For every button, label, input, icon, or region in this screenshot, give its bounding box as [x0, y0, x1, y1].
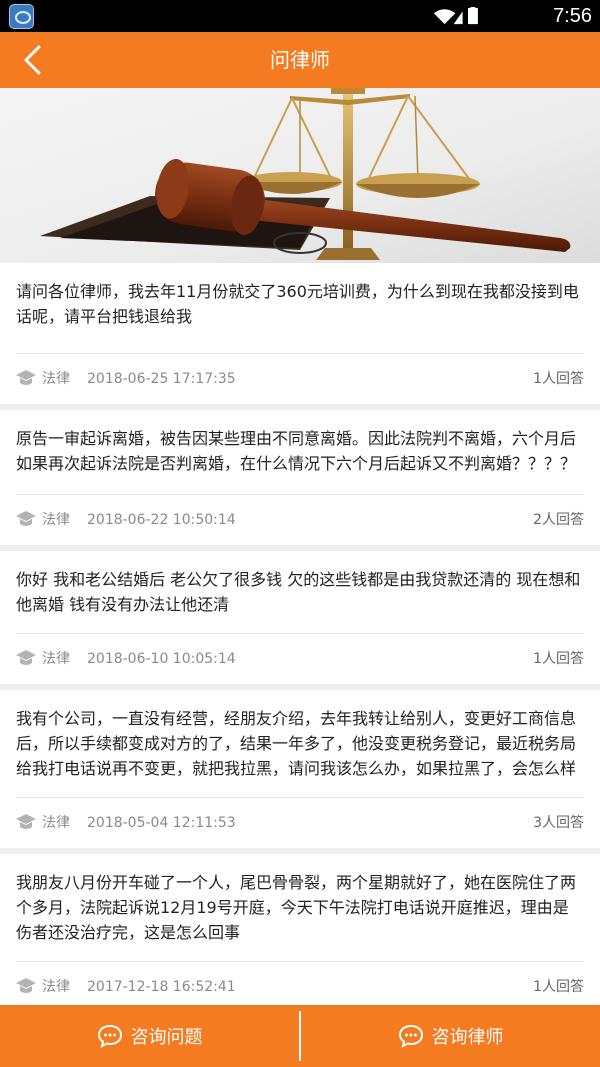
graduation-cap-icon	[16, 978, 36, 993]
question-meta: 法律 2018-05-04 12:11:53 3人回答	[16, 797, 584, 848]
graduation-cap-icon	[16, 370, 36, 385]
question-card[interactable]: 我有个公司，一直没有经营，经朋友介绍，去年我转让给别人，变更好工商信息后，所以手…	[0, 690, 600, 848]
status-bar: 7:56	[0, 0, 600, 32]
consult-lawyer-label: 咨询律师	[431, 1027, 504, 1048]
answer-count: 1人回答	[533, 651, 584, 667]
banner-image	[0, 88, 600, 263]
graduation-cap-icon	[16, 511, 36, 526]
header-bar: 问律师	[0, 32, 600, 88]
question-text: 我朋友八月份开车碰了一个人，尾巴骨骨裂，两个星期就好了，她在医院住了两个多月，法…	[16, 873, 577, 942]
chat-bubble-icon	[398, 1024, 423, 1048]
consult-question-label: 咨询问题	[130, 1027, 203, 1048]
page-title: 问律师	[270, 48, 330, 72]
question-date: 2018-05-04 12:11:53	[87, 815, 236, 831]
answer-count: 1人回答	[533, 371, 584, 387]
answer-count: 2人回答	[533, 512, 584, 528]
graduation-cap-icon	[16, 814, 36, 829]
category-label: 法律	[42, 815, 70, 831]
graduation-cap-icon	[16, 650, 36, 665]
question-date: 2018-06-10 10:05:14	[87, 651, 236, 667]
question-text: 请问各位律师，我去年11月份就交了360元培训费，为什么到现在我都没接到电话呢，…	[16, 282, 579, 326]
justice-scales-illustration	[0, 88, 600, 263]
question-date: 2018-06-22 10:50:14	[87, 512, 236, 528]
question-text: 我有个公司，一直没有经营，经朋友介绍，去年我转让给别人，变更好工商信息后，所以手…	[16, 709, 577, 778]
category-label: 法律	[42, 512, 70, 528]
question-text: 你好 我和老公结婚后 老公欠了很多钱 欠的这些钱都是由我贷款还清的 现在想和他离…	[16, 570, 581, 614]
consult-question-button[interactable]: 咨询问题	[0, 1005, 299, 1067]
question-date: 2018-06-25 17:17:35	[87, 371, 236, 387]
question-card[interactable]: 我朋友八月份开车碰了一个人，尾巴骨骨裂，两个星期就好了，她在医院住了两个多月，法…	[0, 854, 600, 1012]
category-label: 法律	[42, 651, 70, 667]
system-status-icons	[433, 7, 478, 25]
answer-count: 3人回答	[533, 815, 584, 831]
question-card[interactable]: 原告一审起诉离婚，被告因某些理由不同意离婚。因此法院判不离婚，六个月后如果再次起…	[0, 410, 600, 545]
question-meta: 法律 2018-06-10 10:05:14 1人回答	[16, 633, 584, 684]
clock: 7:56	[553, 5, 592, 27]
question-card[interactable]: 请问各位律师，我去年11月份就交了360元培训费，为什么到现在我都没接到电话呢，…	[0, 263, 600, 404]
consult-lawyer-button[interactable]: 咨询律师	[301, 1005, 600, 1067]
question-text: 原告一审起诉离婚，被告因某些理由不同意离婚。因此法院判不离婚，六个月后如果再次起…	[16, 429, 577, 473]
question-meta: 法律 2018-06-25 17:17:35 1人回答	[16, 353, 584, 404]
category-label: 法律	[42, 371, 70, 387]
chat-bubble-icon	[97, 1024, 122, 1048]
app-notification-icon	[9, 4, 34, 29]
question-meta: 法律 2018-06-22 10:50:14 2人回答	[16, 494, 584, 545]
bottom-action-bar: 咨询问题 咨询律师	[0, 1005, 600, 1067]
question-card[interactable]: 你好 我和老公结婚后 老公欠了很多钱 欠的这些钱都是由我贷款还清的 现在想和他离…	[0, 551, 600, 684]
question-list: 请问各位律师，我去年11月份就交了360元培训费，为什么到现在我都没接到电话呢，…	[0, 263, 600, 1018]
